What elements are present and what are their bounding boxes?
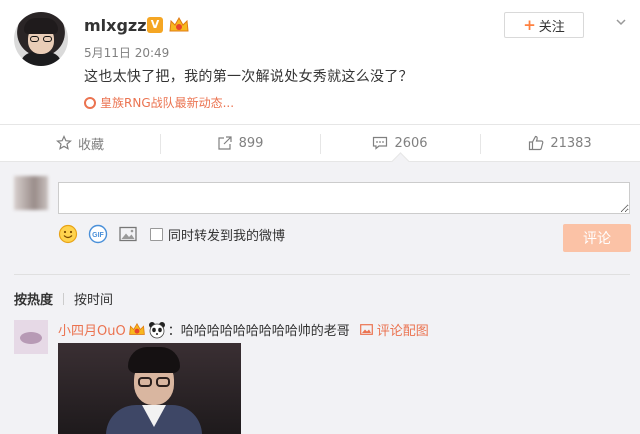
chevron-down-icon[interactable] bbox=[614, 15, 628, 29]
current-user-avatar[interactable] bbox=[14, 176, 48, 210]
comment-text: ：哈哈哈哈哈哈哈哈哈帅的老哥 bbox=[167, 324, 350, 339]
comment-attached-image[interactable] bbox=[58, 343, 241, 434]
comment-icon bbox=[373, 136, 388, 150]
panda-emoji-icon bbox=[148, 321, 165, 338]
comment-sort-tabs: 按热度 按时间 bbox=[14, 289, 113, 308]
like-button[interactable]: 21383 bbox=[480, 125, 640, 161]
post-source-link[interactable]: 皇族RNG战队最新动态... bbox=[84, 94, 234, 111]
emoji-icon[interactable] bbox=[58, 224, 78, 244]
comment-image-link[interactable]: 评论配图 bbox=[359, 320, 429, 339]
thumbs-up-icon bbox=[529, 135, 544, 151]
share-icon bbox=[217, 136, 232, 150]
plus-icon: + bbox=[523, 16, 536, 34]
action-bar: 收藏 899 2606 21383 bbox=[0, 124, 640, 162]
comment-button[interactable]: 2606 bbox=[320, 125, 480, 161]
tab-sort-by-time[interactable]: 按时间 bbox=[74, 289, 113, 308]
gif-icon[interactable]: GIF bbox=[88, 224, 108, 244]
star-icon bbox=[56, 135, 72, 150]
member-crown-icon[interactable] bbox=[168, 16, 190, 34]
comment-panel: GIF 同时转发到我的微博 评论 按热度 按时间 小四月OuO ：哈哈哈哈哈哈哈… bbox=[0, 162, 640, 434]
image-glasses-right bbox=[156, 377, 170, 387]
avatar-glasses-left bbox=[30, 36, 39, 42]
submit-comment-button[interactable]: 评论 bbox=[563, 224, 631, 252]
like-count: 21383 bbox=[550, 135, 592, 151]
comment-input[interactable] bbox=[58, 182, 630, 214]
follow-label: 关注 bbox=[538, 19, 565, 35]
svg-text:GIF: GIF bbox=[92, 232, 104, 239]
commenter-avatar[interactable] bbox=[14, 320, 48, 354]
sort-separator bbox=[63, 292, 65, 305]
image-icon[interactable] bbox=[118, 224, 138, 244]
post-source-label: 皇族RNG战队最新动态... bbox=[100, 96, 235, 110]
author-name[interactable]: mlxgzzz bbox=[84, 16, 156, 35]
author-avatar[interactable] bbox=[14, 12, 68, 66]
commenter-name[interactable]: 小四月OuO bbox=[58, 320, 126, 339]
avatar-hair bbox=[24, 18, 58, 34]
image-person-hair bbox=[128, 347, 180, 373]
sort-divider bbox=[14, 274, 630, 275]
comment-item: 小四月OuO ：哈哈哈哈哈哈哈哈哈帅的老哥 评论配图 bbox=[58, 320, 429, 339]
follow-button[interactable]: + 关注 bbox=[504, 12, 584, 38]
picture-icon bbox=[359, 324, 373, 335]
avatar-body bbox=[20, 52, 62, 66]
tab-sort-by-hot[interactable]: 按热度 bbox=[14, 289, 53, 308]
repost-label: 同时转发到我的微博 bbox=[168, 228, 286, 244]
favorite-button[interactable]: 收藏 bbox=[0, 125, 160, 161]
repost-button[interactable]: 899 bbox=[160, 125, 320, 161]
post-body-text: 这也太快了把，我的第一次解说处女秀就这么没了？ bbox=[84, 69, 413, 85]
composer-toolbar: GIF 同时转发到我的微博 bbox=[58, 224, 285, 244]
comment-image-link-label: 评论配图 bbox=[376, 324, 429, 339]
repost-count: 899 bbox=[238, 135, 264, 151]
verified-badge-icon[interactable]: V bbox=[147, 17, 163, 33]
member-crown-icon[interactable] bbox=[128, 322, 146, 337]
favorite-label: 收藏 bbox=[77, 137, 104, 153]
post-timestamp[interactable]: 5月11日 20:49 bbox=[84, 44, 169, 61]
image-glasses-left bbox=[138, 377, 152, 387]
repost-checkbox-row[interactable]: 同时转发到我的微博 bbox=[150, 225, 285, 244]
comment-count: 2606 bbox=[394, 135, 428, 151]
spinner-icon bbox=[84, 96, 96, 109]
avatar-glasses-right bbox=[43, 36, 52, 42]
repost-checkbox[interactable] bbox=[150, 227, 163, 241]
